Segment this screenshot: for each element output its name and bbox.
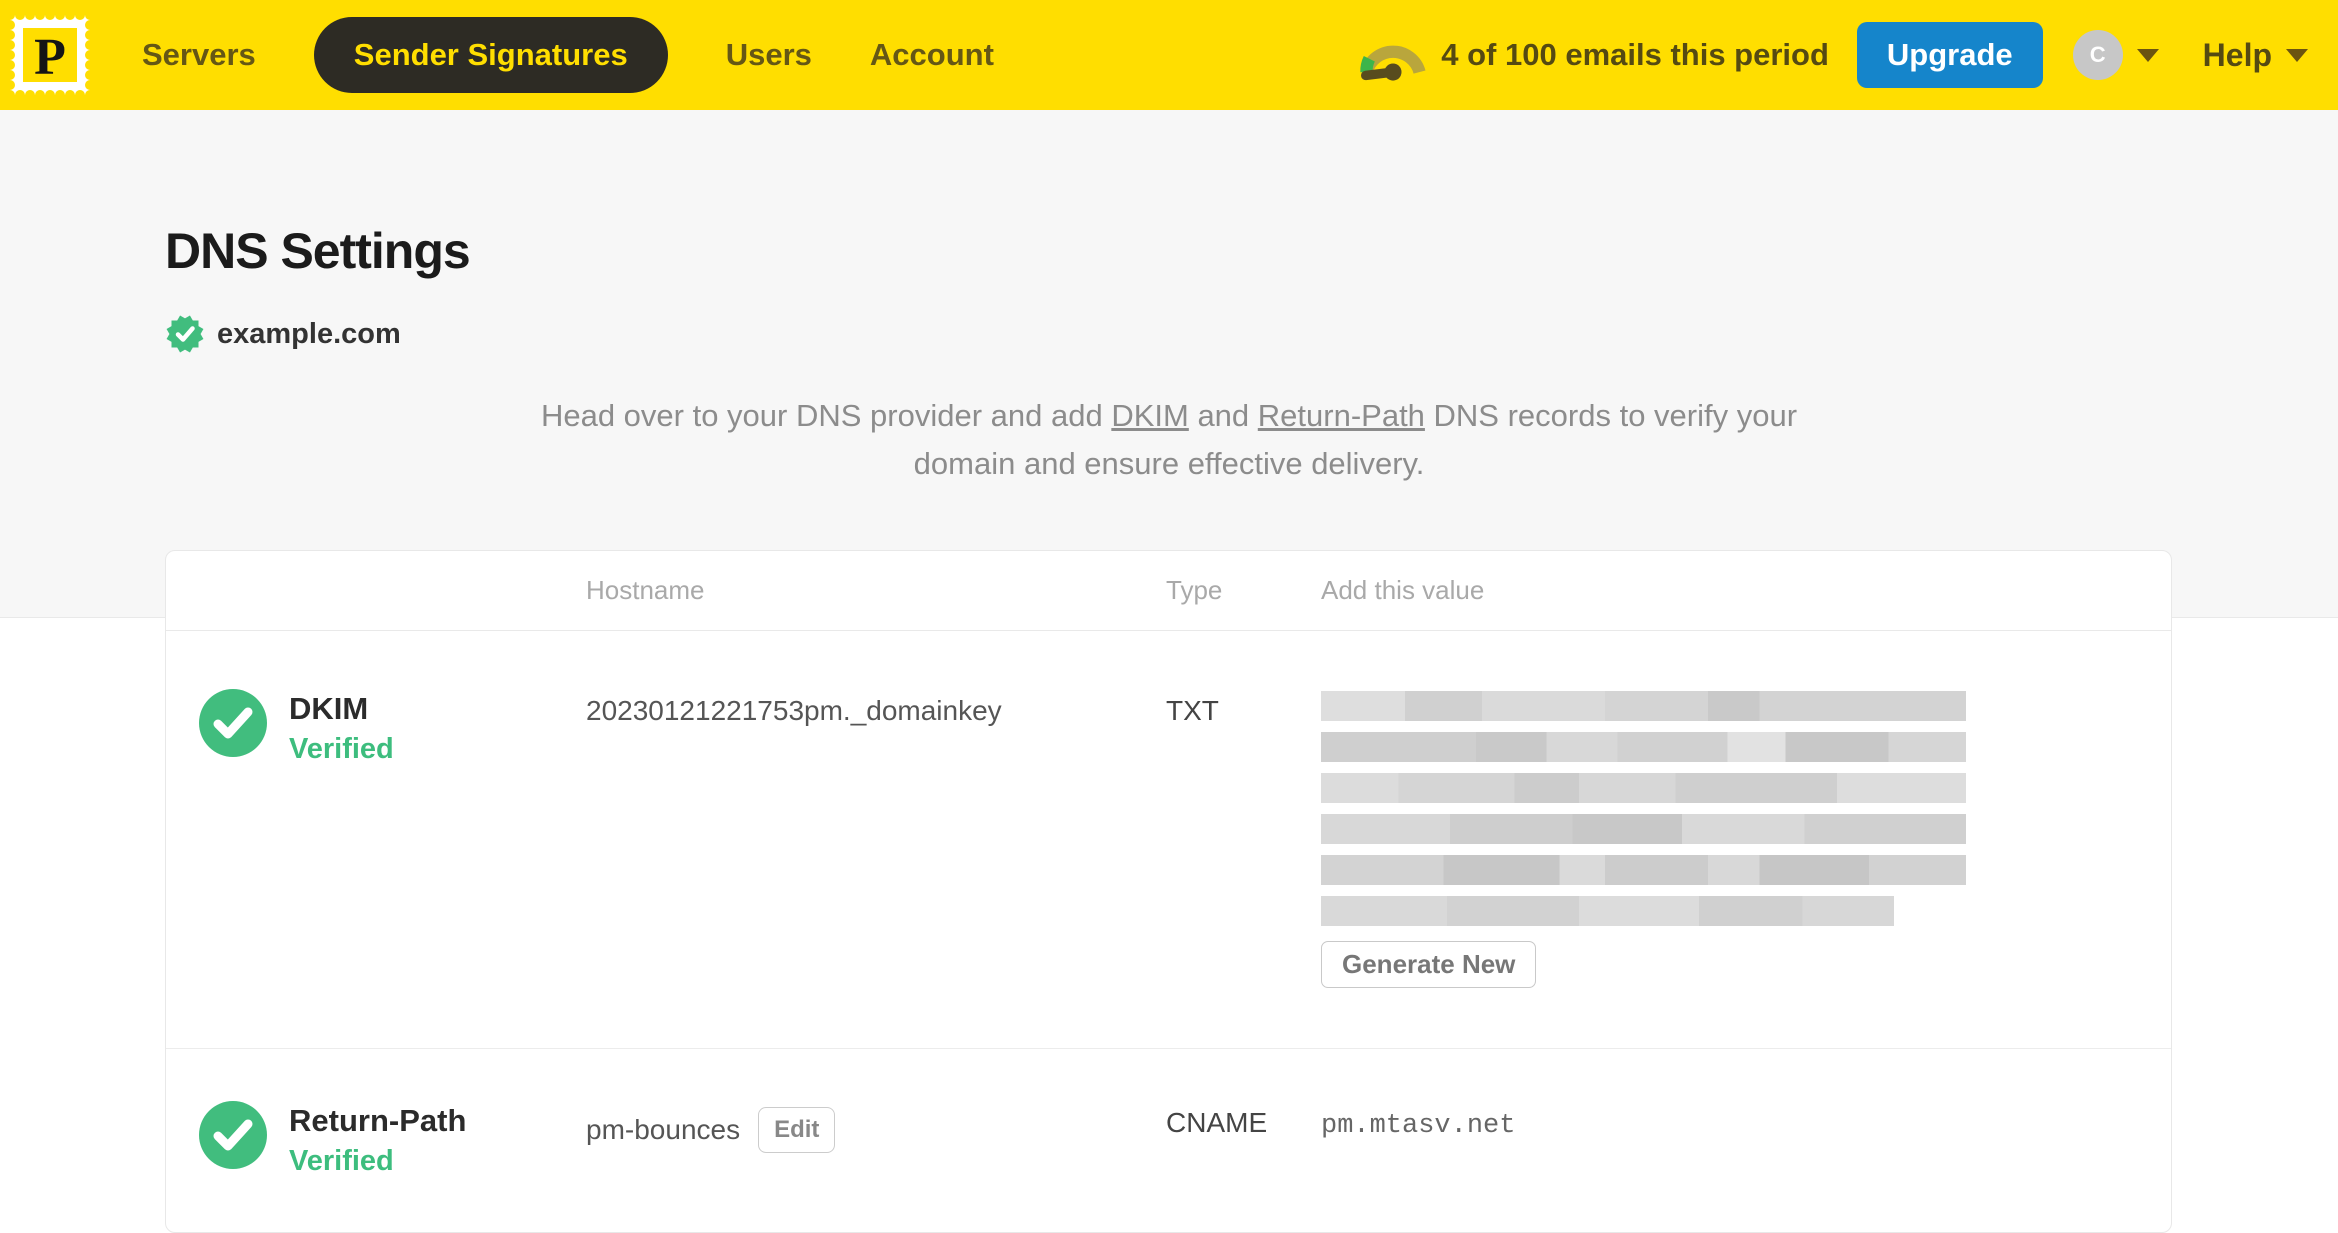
help-label: Help: [2202, 36, 2272, 73]
type-cell: CNAME: [1166, 1107, 1268, 1138]
top-navbar: P Servers Sender Signatures Users Accoun…: [0, 0, 2338, 110]
usage-counter: 4 of 100 emails this period: [1441, 37, 1829, 72]
header-hostname: Hostname: [586, 575, 705, 605]
usage-gauge-icon: [1360, 45, 1426, 81]
cname-value: pm.mtasv.net: [1321, 1111, 1516, 1141]
hostname-value: 20230121221753pm._domainkey: [586, 695, 1002, 726]
primary-nav: Servers Sender Signatures Users Account: [142, 17, 994, 93]
header-value: Add this value: [1321, 575, 1485, 605]
record-cell: DKIM Verified: [166, 689, 586, 766]
hostname-cell: pm-bounces Edit: [586, 1101, 1166, 1153]
table-row-dkim: DKIM Verified 20230121221753pm._domainke…: [166, 631, 2171, 1048]
dns-records-card: Hostname Type Add this value DKIM Verifi…: [165, 550, 2172, 1233]
status-badge: Verified: [289, 733, 394, 765]
record-name: DKIM: [289, 691, 369, 726]
hostname-cell: 20230121221753pm._domainkey: [586, 689, 1166, 727]
nav-item-servers[interactable]: Servers: [142, 37, 256, 73]
return-path-link[interactable]: Return-Path: [1258, 398, 1425, 433]
nav-item-sender-signatures[interactable]: Sender Signatures: [313, 17, 668, 93]
header-type: Type: [1166, 575, 1223, 605]
record-name: Return-Path: [289, 1103, 467, 1138]
main-content: DNS Settings example.com Head over to yo…: [0, 110, 2338, 1233]
value-cell: pm.mtasv.net: [1321, 1101, 2171, 1141]
value-cell: Generate New: [1321, 689, 2171, 988]
table-row-return-path: Return-Path Verified pm-bounces Edit CNA…: [166, 1048, 2171, 1232]
generate-new-button[interactable]: Generate New: [1321, 941, 1537, 988]
edit-button[interactable]: Edit: [758, 1107, 836, 1153]
nav-right: 4 of 100 emails this period Upgrade C He…: [1357, 22, 2308, 88]
redacted-value-bar: [1321, 691, 1966, 721]
upgrade-button[interactable]: Upgrade: [1856, 22, 2043, 88]
nav-item-users[interactable]: Users: [726, 37, 812, 73]
description-text: and: [1188, 398, 1258, 433]
chevron-down-icon: [2136, 48, 2159, 62]
hostname-value: pm-bounces: [586, 1114, 741, 1145]
help-menu[interactable]: Help: [2203, 37, 2308, 74]
table-header-row: Hostname Type Add this value: [166, 551, 2171, 631]
redacted-value-bar: [1321, 773, 1966, 803]
record-cell: Return-Path Verified: [166, 1101, 586, 1178]
type-cell: TXT: [1166, 695, 1219, 726]
chevron-down-icon: [2286, 48, 2308, 62]
domain-row: example.com: [165, 314, 2338, 354]
page: P Servers Sender Signatures Users Accoun…: [0, 0, 2338, 1233]
description-text: Head over to your DNS provider and add: [540, 398, 1112, 433]
svg-text:P: P: [34, 29, 66, 86]
redacted-dkim-value: [1321, 691, 2171, 926]
redacted-value-bar: [1321, 814, 1966, 844]
dkim-link[interactable]: DKIM: [1111, 398, 1189, 433]
avatar[interactable]: C: [2072, 30, 2123, 80]
account-menu[interactable]: C: [2072, 30, 2159, 80]
redacted-value-bar: [1321, 732, 1966, 762]
verified-check-icon: [199, 1101, 267, 1169]
nav-item-account[interactable]: Account: [870, 37, 994, 73]
nav-left: P Servers Sender Signatures Users Accoun…: [8, 13, 994, 97]
verified-check-icon: [199, 689, 267, 757]
redacted-value-bar: [1321, 896, 1894, 926]
redacted-value-bar: [1321, 855, 1966, 885]
page-title: DNS Settings: [165, 223, 471, 279]
domain-name: example.com: [217, 317, 401, 350]
verified-seal-icon: [166, 315, 204, 353]
page-description: Head over to your DNS provider and add D…: [529, 392, 1809, 488]
status-badge: Verified: [289, 1145, 394, 1177]
postmark-logo-icon[interactable]: P: [8, 13, 92, 97]
